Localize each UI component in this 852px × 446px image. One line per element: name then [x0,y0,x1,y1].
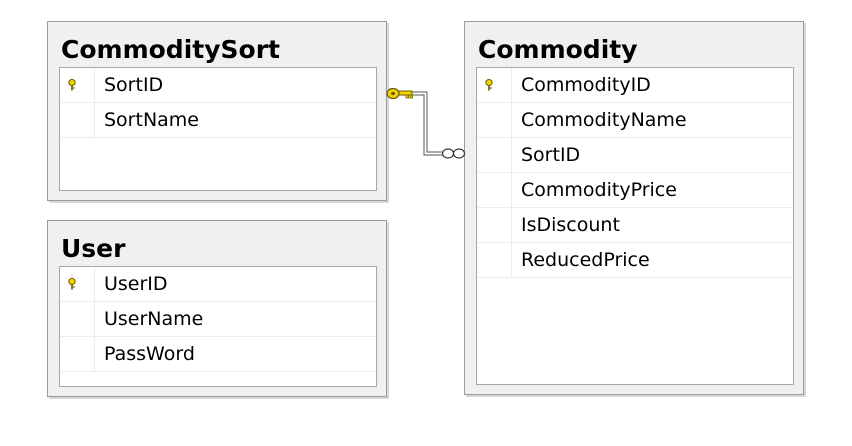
column-name: IsDiscount [521,214,620,236]
column-row[interactable]: UserID [60,267,376,302]
column-row[interactable]: UserName [60,302,376,337]
row-selector [477,208,512,242]
column-name: CommodityID [521,74,651,96]
column-row[interactable]: SortID [477,138,793,173]
table-commodity[interactable]: Commodity CommodityID CommodityName Sort… [464,21,804,395]
table-commoditysort[interactable]: CommoditySort SortID SortName [47,21,387,201]
column-name: UserID [104,273,168,295]
column-row[interactable]: CommodityID [477,68,793,103]
row-selector [477,138,512,172]
column-name: CommodityPrice [521,179,677,201]
row-selector [60,337,95,371]
column-grid: SortID SortName [59,67,377,191]
column-grid: CommodityID CommodityName SortID Commodi… [476,67,794,385]
table-user[interactable]: User UserID UserName PassWord [47,220,387,397]
column-name: PassWord [104,343,195,365]
table-title: CommoditySort [61,35,280,64]
row-selector [60,68,95,102]
row-selector [60,302,95,336]
database-diagram-canvas: CommoditySort SortID SortName User UserI… [0,0,852,446]
column-name: SortName [104,109,199,131]
column-name: CommodityName [521,109,687,131]
one-end-key-icon [386,87,413,100]
row-selector [477,68,512,102]
relationship-line[interactable] [380,80,470,160]
table-title: Commodity [478,35,638,64]
column-name: ReducedPrice [521,249,650,271]
column-row[interactable]: SortName [60,103,376,138]
column-name: SortID [104,74,164,96]
primary-key-icon [68,278,76,290]
primary-key-icon [68,79,76,91]
column-row[interactable]: PassWord [60,337,376,372]
many-end-infinity-icon [441,148,466,159]
column-grid: UserID UserName PassWord [59,266,377,387]
row-selector [60,103,95,137]
column-row[interactable]: ReducedPrice [477,243,793,278]
column-row[interactable]: CommodityPrice [477,173,793,208]
primary-key-icon [485,79,493,91]
row-selector [477,173,512,207]
column-name: UserName [104,308,204,330]
column-row[interactable]: SortID [60,68,376,103]
column-name: SortID [521,144,581,166]
row-selector [477,103,512,137]
column-row[interactable]: CommodityName [477,103,793,138]
column-row[interactable]: IsDiscount [477,208,793,243]
row-selector [60,267,95,301]
row-selector [477,243,512,277]
table-title: User [61,234,126,263]
